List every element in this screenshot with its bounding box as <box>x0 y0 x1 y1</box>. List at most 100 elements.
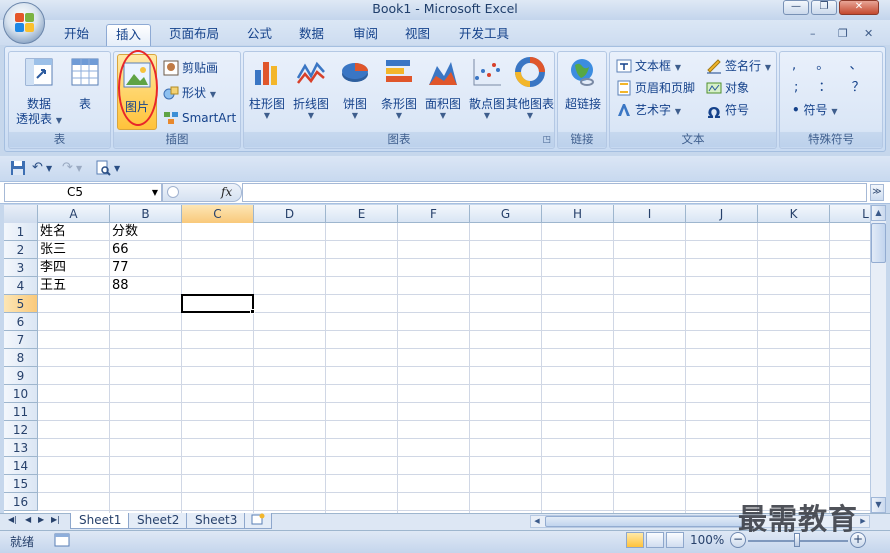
row-header-16[interactable]: 16 <box>4 493 38 511</box>
row-header-1[interactable]: 1 <box>4 223 38 241</box>
clipart-button[interactable]: 剪贴画 <box>163 58 218 78</box>
tab-review[interactable]: 审阅 <box>344 24 387 46</box>
macro-record-icon[interactable] <box>54 533 70 550</box>
column-header-j[interactable]: J <box>686 205 758 223</box>
symbol-enumeration-comma[interactable]: 、 <box>849 58 862 73</box>
column-header-e[interactable]: E <box>326 205 398 223</box>
row-header-6[interactable]: 6 <box>4 313 38 331</box>
row-header-2[interactable]: 2 <box>4 241 38 259</box>
workbook-restore-button[interactable]: ❐ <box>838 27 848 40</box>
scroll-up-icon[interactable]: ▲ <box>871 205 886 221</box>
cell-b3[interactable]: 77 <box>110 259 182 277</box>
last-sheet-icon[interactable]: ▶| <box>51 515 60 524</box>
shapes-button[interactable]: 形状 ▼ <box>163 83 216 103</box>
row-header-5[interactable]: 5 <box>4 295 38 313</box>
insert-function-button[interactable]: fx <box>221 185 232 199</box>
row-header-4[interactable]: 4 <box>4 277 38 295</box>
normal-view-icon[interactable] <box>626 532 644 548</box>
pie-chart-button[interactable]: 饼图 ▼ <box>334 56 376 120</box>
symbol-button[interactable]: Ω 符号 <box>706 100 749 121</box>
tab-page-layout[interactable]: 页面布局 <box>160 24 228 46</box>
tab-insert[interactable]: 插入 <box>106 24 152 47</box>
row-header-7[interactable]: 7 <box>4 331 38 349</box>
workbook-minimize-button[interactable]: – <box>810 27 816 40</box>
first-sheet-icon[interactable]: ◀| <box>8 515 17 524</box>
smartart-button[interactable]: SmartArt <box>163 108 236 128</box>
row-header-13[interactable]: 13 <box>4 439 38 457</box>
cell-b4[interactable]: 88 <box>110 277 182 295</box>
office-button[interactable] <box>3 2 45 44</box>
column-header-k[interactable]: K <box>758 205 830 223</box>
undo-icon[interactable]: ↶ <box>32 160 43 178</box>
horizontal-scroll-thumb[interactable] <box>545 516 745 527</box>
header-footer-button[interactable]: 页眉和页脚 <box>616 78 695 98</box>
worksheet-grid[interactable]: ABCDEFGHIJKL 1 2 3 4 5 6 7 8 9 10 11 12 13 14 15 16 姓名分… <box>4 205 870 513</box>
symbol-question[interactable]: ？ <box>852 80 865 95</box>
cell-a1[interactable]: 姓名 <box>38 223 110 241</box>
page-break-view-icon[interactable] <box>666 532 684 548</box>
row-header-11[interactable]: 11 <box>4 403 38 421</box>
save-icon[interactable] <box>10 160 26 178</box>
column-header-c[interactable]: C <box>182 205 254 223</box>
page-layout-view-icon[interactable] <box>646 532 664 548</box>
column-header-h[interactable]: H <box>542 205 614 223</box>
minimize-button[interactable]: — <box>783 0 809 15</box>
prev-sheet-icon[interactable]: ◀ <box>25 515 31 524</box>
scroll-down-icon[interactable]: ▼ <box>871 497 886 513</box>
row-header-3[interactable]: 3 <box>4 259 38 277</box>
cell-a3[interactable]: 李四 <box>38 259 110 277</box>
select-all-corner[interactable] <box>4 205 38 223</box>
name-box[interactable]: C5 ▼ <box>4 183 162 202</box>
scroll-left-icon[interactable]: ◀ <box>531 516 543 527</box>
restore-button[interactable]: ❐ <box>811 0 837 15</box>
redo-icon[interactable]: ↷ <box>62 160 73 178</box>
scroll-right-icon[interactable]: ▶ <box>857 516 869 527</box>
sheet-tab-sheet2[interactable]: Sheet2 <box>128 513 189 529</box>
redo-dropdown-icon[interactable]: ▼ <box>76 164 82 182</box>
sheet-tab-sheet3[interactable]: Sheet3 <box>186 513 247 529</box>
symbol-semicolon[interactable]: ; <box>794 80 798 95</box>
fill-handle[interactable] <box>250 309 255 314</box>
undo-dropdown-icon[interactable]: ▼ <box>46 164 52 182</box>
sheet-tab-sheet1[interactable]: Sheet1 <box>70 513 131 529</box>
name-box-dropdown-icon[interactable]: ▼ <box>152 184 158 201</box>
line-chart-button[interactable]: 折线图 ▼ <box>290 56 332 120</box>
tab-developer[interactable]: 开发工具 <box>450 24 518 46</box>
column-header-d[interactable]: D <box>254 205 326 223</box>
customize-qat-icon[interactable]: ▼ <box>114 164 120 182</box>
symbol-period[interactable]: 。 <box>816 58 829 73</box>
zoom-level[interactable]: 100% <box>690 533 724 547</box>
row-header-8[interactable]: 8 <box>4 349 38 367</box>
charts-dialog-launcher-icon[interactable]: ◳ <box>542 135 551 145</box>
column-chart-button[interactable]: 柱形图 ▼ <box>246 56 288 120</box>
formula-input[interactable] <box>242 183 867 202</box>
row-header-12[interactable]: 12 <box>4 421 38 439</box>
vertical-scrollbar[interactable]: ▲ ▼ <box>870 205 886 513</box>
column-header-g[interactable]: G <box>470 205 542 223</box>
other-charts-button[interactable]: 其他图表 ▼ <box>506 56 554 120</box>
next-sheet-icon[interactable]: ▶ <box>38 515 44 524</box>
object-button[interactable]: 对象 <box>706 78 749 98</box>
tab-home[interactable]: 开始 <box>55 24 98 46</box>
row-header-15[interactable]: 15 <box>4 475 38 493</box>
row-header-10[interactable]: 10 <box>4 385 38 403</box>
print-preview-icon[interactable] <box>95 160 111 178</box>
scatter-chart-button[interactable]: 散点图 ▼ <box>466 56 508 120</box>
workbook-close-button[interactable]: ✕ <box>864 27 873 40</box>
vertical-scroll-thumb[interactable] <box>871 223 886 263</box>
signature-line-button[interactable]: 签名行 ▼ <box>706 56 771 76</box>
special-symbol-button[interactable]: • 符号 ▼ <box>792 100 838 120</box>
hyperlink-button[interactable]: 超链接 <box>560 56 606 112</box>
insert-sheet-icon[interactable] <box>244 513 272 529</box>
symbol-comma[interactable]: , <box>792 58 796 73</box>
tab-formulas[interactable]: 公式 <box>238 24 281 46</box>
close-button[interactable]: ✕ <box>839 0 879 15</box>
row-header-9[interactable]: 9 <box>4 367 38 385</box>
column-header-l[interactable]: L <box>830 205 870 223</box>
column-header-b[interactable]: B <box>110 205 182 223</box>
tab-view[interactable]: 视图 <box>396 24 439 46</box>
cell-b1[interactable]: 分数 <box>110 223 182 241</box>
formula-bar-handle-icon[interactable] <box>167 186 179 198</box>
cell-a4[interactable]: 王五 <box>38 277 110 295</box>
area-chart-button[interactable]: 面积图 ▼ <box>422 56 464 120</box>
